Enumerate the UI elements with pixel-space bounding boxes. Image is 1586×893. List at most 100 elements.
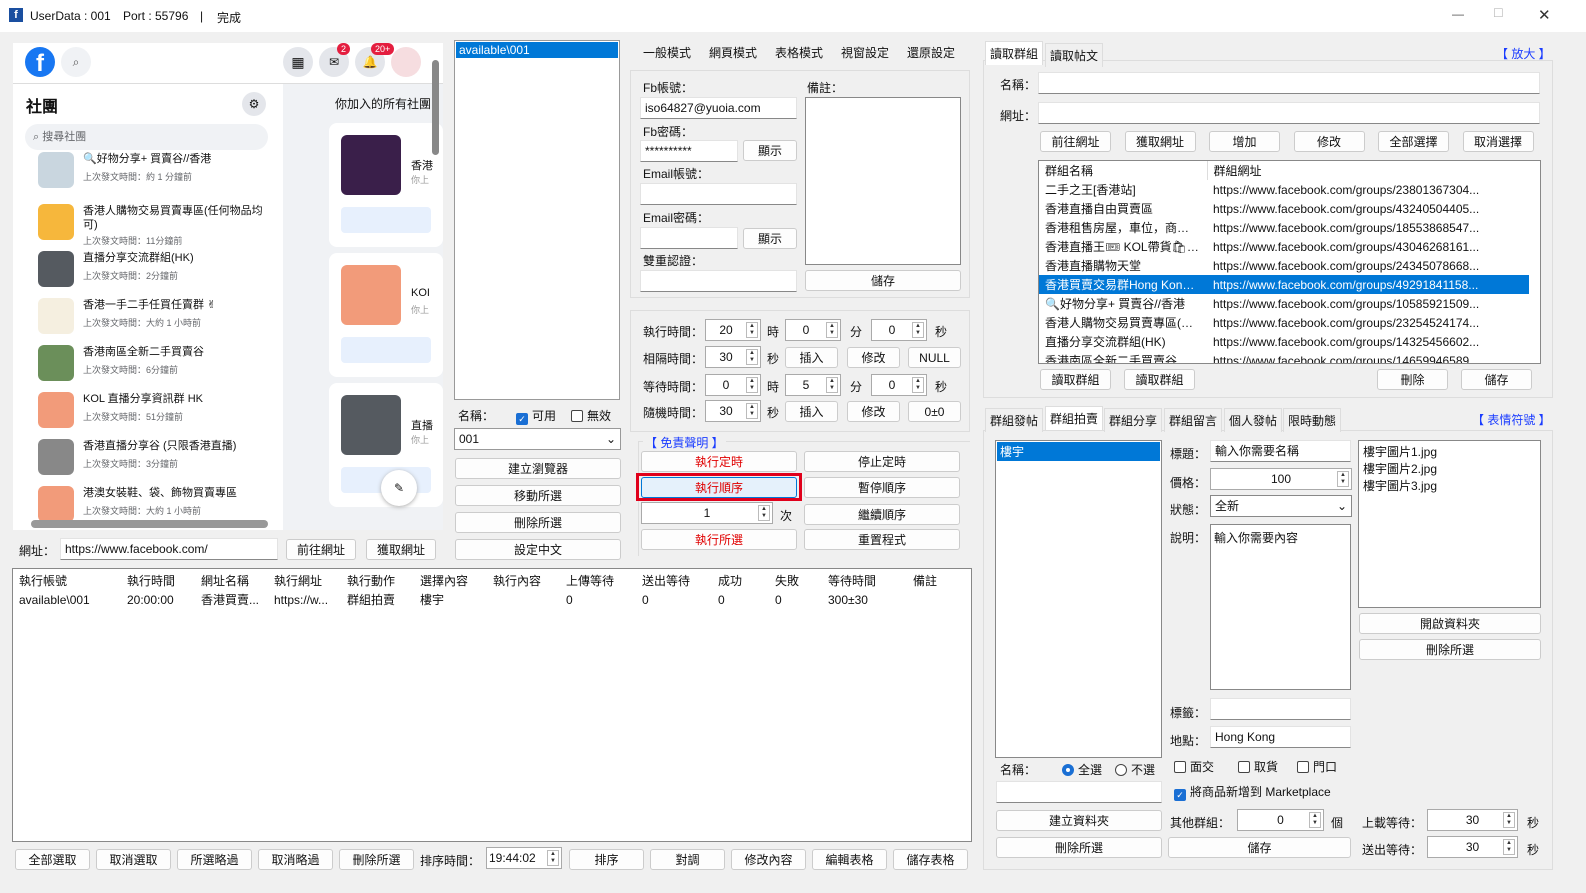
log-column-header[interactable]: 執行時間 [121,571,195,590]
menu-grid-icon[interactable]: ▦ [283,47,313,77]
post-tab[interactable]: 個人發帖 [1224,408,1283,432]
interval-insert-button[interactable]: 插入 [785,347,838,368]
account-select[interactable]: 001 ⌄ [454,428,621,450]
col-group-name[interactable]: 群組名稱 [1039,161,1208,180]
email-password-input[interactable] [640,227,738,249]
post-list-item[interactable]: 樓宇 [997,442,1160,461]
invalid-checkbox[interactable]: 無效 [571,407,611,424]
group-list-item[interactable]: 香港一手二手任買任賣群 ✌ 上次發文時間：大約 1 小時前 [38,298,278,338]
group-row[interactable]: 香港直播自由買賣區 https://www.facebook.com/groups… [1039,199,1529,218]
bottom-right-button[interactable]: 編輯表格 [812,849,887,870]
create-browser-button[interactable]: 建立瀏覽器 [455,458,621,479]
enlarge-link[interactable]: 【 放大 】 [1496,45,1551,62]
group-list-item[interactable]: 直播分享交流群組(HK) 上次發文時間：2分鐘前 [38,251,278,291]
post-name-input[interactable] [996,781,1162,803]
sort-time-stepper[interactable]: 19:44:02 ▲ ▼ [486,847,562,869]
col-group-url[interactable]: 群組網址 [1207,161,1529,180]
bottom-left-button[interactable]: 取消選取 [96,849,171,870]
select-none-radio[interactable]: 不選 [1115,761,1155,778]
run-selected-button[interactable]: 執行所選 [641,529,797,550]
send-wait-stepper[interactable]: 30 ▲ ▼ [1427,836,1518,858]
move-selected-button[interactable]: 移動所選 [455,485,621,506]
delete-images-button[interactable]: 刪除所選 [1359,639,1541,660]
group-row[interactable]: 二手之王[香港站] https://www.facebook.com/groups… [1039,180,1529,199]
log-column-header[interactable]: 上傳等待 [560,571,636,590]
gear-icon[interactable]: ⚙ [242,92,266,116]
post-tab[interactable]: 群組留言 [1164,408,1223,432]
post-tab[interactable]: 群組分享 [1104,408,1163,432]
log-column-header[interactable]: 失敗 [769,571,822,590]
run-count-stepper[interactable]: 1 ▲ ▼ [641,502,773,524]
group-bottom-button[interactable]: 讀取群組 [1124,369,1195,390]
status-select[interactable]: 全新 ⌄ [1210,495,1352,517]
group-list-item[interactable]: 香港人購物交易買賣專區(任何物品均可) 上次發文時間：11分鐘前 [38,204,278,246]
emoji-link[interactable]: 【 表情符號 】 [1472,411,1551,428]
vertical-scrollbar[interactable] [432,60,439,155]
url-input[interactable]: https://www.facebook.com/ [60,538,278,560]
delete-posts-button[interactable]: 刪除所選 [996,837,1162,858]
wait-minute-stepper[interactable]: 5 ▲ ▼ [785,374,841,396]
group-list-item[interactable]: 香港南區全新二手買賣谷 上次發文時間：6分鐘前 [38,345,278,385]
log-column-header[interactable]: 選擇內容 [414,571,487,590]
select-all-radio[interactable]: 全選 [1062,761,1102,778]
tab-read-posts[interactable]: 讀取帖文 [1045,43,1104,67]
meet-checkbox[interactable]: 面交 [1174,758,1214,775]
group-list-item[interactable]: KOL 直播分享資訊群 HK 上次發文時間：51分鐘前 [38,392,278,432]
fb-account-input[interactable]: iso64827@yuoia.com [640,97,797,119]
other-groups-stepper[interactable]: 0 ▲ ▼ [1237,809,1324,831]
log-row[interactable]: available\001 20:00:00 香港買賣... https://w...… [13,590,947,609]
group-list-item[interactable]: 🔍好物分享+ 買賣谷//香港 上次發文時間：約 1 分鐘前 [38,152,278,192]
group-row[interactable]: 香港人購物交易買賣專區(任何... https://www.facebook.co… [1039,313,1529,332]
group-row[interactable]: 直播分享交流群組(HK) https://www.facebook.com/gro… [1039,332,1529,351]
log-column-header[interactable]: 執行帳號 [13,571,121,590]
go-url-button[interactable]: 前往網址 [286,539,356,560]
group-action-button[interactable]: 增加 [1209,131,1280,152]
horizontal-scrollbar[interactable] [31,520,268,528]
wait-second-stepper[interactable]: 0 ▲ ▼ [871,374,927,396]
log-column-header[interactable]: 執行動作 [341,571,414,590]
continue-sequence-button[interactable]: 繼續順序 [804,504,960,525]
group-action-button[interactable]: 全部選擇 [1378,131,1449,152]
upload-wait-stepper[interactable]: 30 ▲ ▼ [1427,809,1518,831]
pickup-checkbox[interactable]: 取貨 [1238,758,1278,775]
group-row[interactable]: 香港買賣交易群Hong Kong Bu... https://www.facebo… [1039,275,1529,294]
post-tab[interactable]: 群組拍賣 [1045,406,1104,430]
image-item[interactable]: 樓宇圖片3.jpg [1363,477,1536,494]
interval-modify-button[interactable]: 修改 [847,347,900,368]
group-row[interactable]: 香港直播王🎟 KOL帶貨🛍 Onli... https://www.faceboo… [1039,237,1529,256]
exec-hour-stepper[interactable]: 20 ▲ ▼ [705,319,761,341]
image-item[interactable]: 樓宇圖片2.jpg [1363,460,1536,477]
image-list[interactable]: 樓宇圖片1.jpg 樓宇圖片2.jpg 樓宇圖片3.jpg [1358,440,1541,608]
group-url-input[interactable] [1038,102,1540,124]
group-row[interactable]: 香港租售房屋，車位，商廈，... https://www.facebook.com… [1039,218,1529,237]
log-column-header[interactable]: 執行網址 [268,571,341,590]
log-column-header[interactable]: 網址名稱 [195,571,268,590]
note-textarea[interactable] [805,97,961,265]
menu-item[interactable]: 表格模式 [775,44,823,61]
location-input[interactable]: Hong Kong [1210,726,1351,748]
group-row[interactable]: 香港南區全新二手買賣谷 https://www.facebook.com/grou… [1039,351,1529,364]
group-bottom-button[interactable]: 讀取群組 [1040,369,1111,390]
title-input[interactable]: 輸入你需要名稱 [1210,440,1351,462]
marketplace-checkbox[interactable]: ✓ 將商品新增到 Marketplace [1174,783,1331,801]
compose-icon[interactable]: ✎ [381,470,417,506]
group-action-button[interactable]: 前往網址 [1040,131,1111,152]
group-list-item[interactable]: 香港直播分享谷 (只限香港直播) 上次發文時間：3分鐘前 [38,439,278,479]
bottom-left-button[interactable]: 所選略過 [177,849,252,870]
get-url-button[interactable]: 獲取網址 [366,539,436,560]
save-post-button[interactable]: 儲存 [1168,837,1351,858]
open-folder-button[interactable]: 開啟資料夾 [1359,613,1541,634]
wait-hour-stepper[interactable]: 0 ▲ ▼ [705,374,761,396]
group-row[interactable]: 香港直播購物天堂 https://www.facebook.com/groups/… [1039,256,1529,275]
log-column-header[interactable]: 等待時間 [822,571,907,590]
set-chinese-button[interactable]: 設定中文 [455,539,621,560]
plus-minus-button[interactable]: 0±0 [908,401,961,422]
account-item[interactable]: available\001 [456,42,618,58]
create-folder-button[interactable]: 建立資料夾 [996,810,1162,831]
show-fb-password-button[interactable]: 顯示 [743,140,797,161]
log-column-header[interactable]: 執行內容 [487,571,560,590]
run-sequence-button[interactable]: 執行順序 [641,477,797,498]
random-stepper[interactable]: 30 ▲ ▼ [705,400,761,422]
fb-password-input[interactable]: ********** [640,140,738,162]
group-name-input[interactable] [1038,72,1540,94]
